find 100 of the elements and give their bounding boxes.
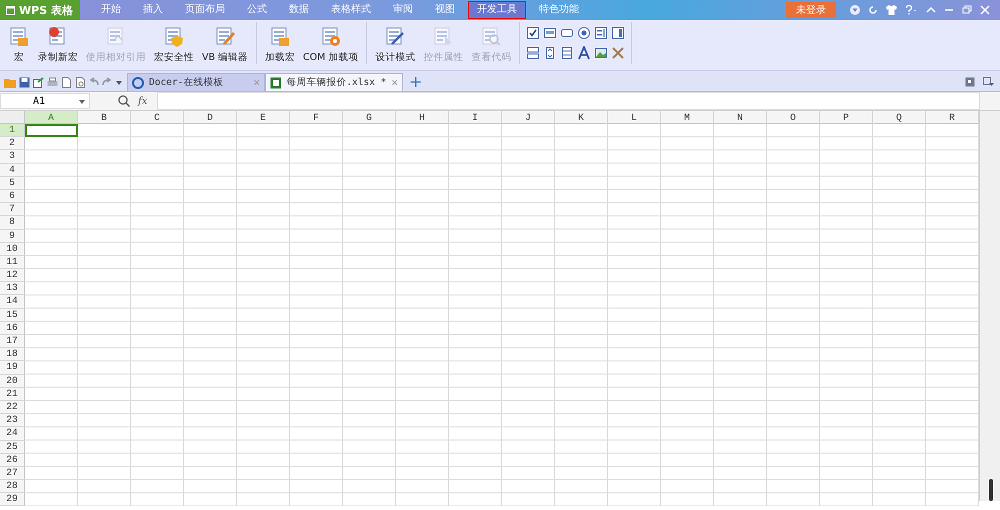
formula-input[interactable] — [157, 92, 980, 110]
row-header[interactable]: 8 — [0, 216, 25, 230]
dropdown-icon[interactable] — [79, 100, 85, 104]
column-header[interactable]: G — [343, 111, 396, 124]
ribbon-button[interactable]: 录制新宏 — [34, 26, 82, 64]
column-header[interactable]: B — [78, 111, 131, 124]
code-icon — [480, 26, 502, 47]
ribbon-button[interactable]: COM 加载项 — [299, 26, 362, 64]
ribbon-button[interactable]: VB 编辑器 — [198, 26, 252, 64]
function-button[interactable]: fx — [138, 96, 148, 106]
row-header[interactable]: 1 — [0, 124, 25, 138]
row-header[interactable]: 11 — [0, 256, 25, 270]
row-header[interactable]: 7 — [0, 203, 25, 216]
row-header[interactable]: 23 — [0, 414, 25, 428]
row-header[interactable]: 24 — [0, 427, 25, 440]
text-icon[interactable] — [577, 46, 592, 60]
row-header[interactable]: 5 — [0, 176, 25, 190]
row-header[interactable]: 28 — [0, 480, 25, 494]
macro-icon — [8, 26, 30, 47]
document-tab[interactable]: Docer-在线模板 × — [127, 73, 265, 91]
new-tab-button[interactable]: + — [403, 73, 428, 91]
row-header[interactable]: 2 — [0, 137, 25, 150]
design-icon — [384, 26, 406, 47]
group-box-icon[interactable] — [560, 46, 574, 60]
app-icon — [6, 6, 15, 14]
column-header[interactable]: M — [661, 111, 714, 124]
row-header[interactable]: 4 — [0, 164, 25, 177]
help-icon[interactable] — [905, 5, 918, 15]
close-icon[interactable] — [980, 5, 990, 15]
column-header[interactable]: F — [290, 111, 343, 124]
image-icon[interactable] — [594, 46, 608, 60]
feedback-icon[interactable] — [850, 5, 860, 15]
shirt-icon[interactable] — [886, 5, 897, 15]
row-header[interactable]: 22 — [0, 400, 25, 414]
com-icon — [320, 26, 342, 47]
ribbon-button[interactable]: 宏安全性 — [150, 26, 198, 64]
ribbon-button[interactable]: 宏 — [4, 26, 34, 64]
row-header[interactable]: 27 — [0, 466, 25, 480]
refresh-icon[interactable] — [868, 5, 878, 15]
menu-tab[interactable]: 开发工具 — [468, 1, 526, 19]
combo-box-icon[interactable] — [611, 26, 626, 40]
column-header[interactable]: C — [131, 111, 184, 124]
scroll-bar-icon[interactable] — [526, 46, 540, 60]
row-header[interactable]: 26 — [0, 454, 25, 467]
collapse-icon[interactable] — [926, 5, 936, 15]
save-icon[interactable] — [19, 77, 30, 88]
column-header[interactable]: R — [926, 111, 979, 124]
document-icon[interactable] — [61, 77, 72, 88]
row-header[interactable]: 21 — [0, 388, 25, 401]
column-header[interactable]: I — [449, 111, 502, 124]
row-header[interactable]: 9 — [0, 230, 25, 243]
radio-icon[interactable] — [577, 26, 592, 40]
column-header[interactable]: E — [237, 111, 290, 124]
row-header[interactable]: 17 — [0, 335, 25, 348]
tools-icon[interactable] — [611, 46, 626, 60]
checkbox-icon[interactable] — [526, 26, 540, 40]
row-header[interactable]: 10 — [0, 242, 25, 256]
list-box-icon[interactable] — [594, 26, 608, 40]
selected-cell[interactable] — [25, 124, 78, 138]
circle-logo-icon — [132, 76, 144, 88]
ribbon-button[interactable]: 加载宏 — [261, 26, 300, 64]
row-header[interactable]: 29 — [0, 493, 25, 506]
row-header[interactable]: 14 — [0, 295, 25, 309]
column-header[interactable]: P — [820, 111, 873, 124]
restore-icon[interactable] — [962, 5, 972, 15]
print-icon[interactable] — [47, 77, 58, 88]
column-header[interactable]: N — [714, 111, 767, 124]
ribbon-button[interactable]: 设计模式 — [371, 26, 420, 64]
row-header[interactable]: 18 — [0, 348, 25, 362]
label-icon[interactable] — [543, 26, 558, 40]
column-header[interactable]: O — [767, 111, 820, 124]
spreadsheet-icon — [270, 76, 282, 88]
row-header[interactable]: 15 — [0, 308, 25, 322]
vertical-scrollbar[interactable] — [979, 111, 1000, 501]
cell-grid[interactable] — [25, 124, 979, 506]
tab-menu-icon[interactable] — [983, 77, 994, 87]
preview-icon[interactable] — [75, 77, 86, 88]
zoom-icon[interactable] — [118, 95, 130, 107]
column-header[interactable]: L — [608, 111, 661, 124]
row-header[interactable]: 16 — [0, 322, 25, 335]
column-header[interactable]: J — [502, 111, 555, 124]
row-header[interactable]: 20 — [0, 374, 25, 388]
row-header[interactable]: 13 — [0, 282, 25, 296]
name-box[interactable]: A1 — [0, 93, 90, 109]
column-header[interactable]: A — [25, 111, 78, 124]
export-icon[interactable] — [33, 77, 44, 88]
column-header[interactable]: Q — [873, 111, 926, 124]
column-header[interactable]: H — [396, 111, 449, 124]
row-header[interactable]: 25 — [0, 440, 25, 454]
button-shape-icon[interactable] — [560, 26, 574, 40]
undo-icon[interactable] — [89, 77, 99, 88]
layout-icon[interactable] — [965, 77, 975, 87]
row-header[interactable]: 12 — [0, 269, 25, 282]
column-header[interactable]: D — [184, 111, 237, 124]
document-tab[interactable]: 每周车辆报价.xlsx * × — [265, 73, 403, 91]
row-header[interactable]: 6 — [0, 190, 25, 204]
macro-icon — [269, 26, 292, 47]
column-header[interactable]: K — [555, 111, 608, 124]
row-header[interactable]: 19 — [0, 361, 25, 375]
row-header[interactable]: 3 — [0, 150, 25, 164]
